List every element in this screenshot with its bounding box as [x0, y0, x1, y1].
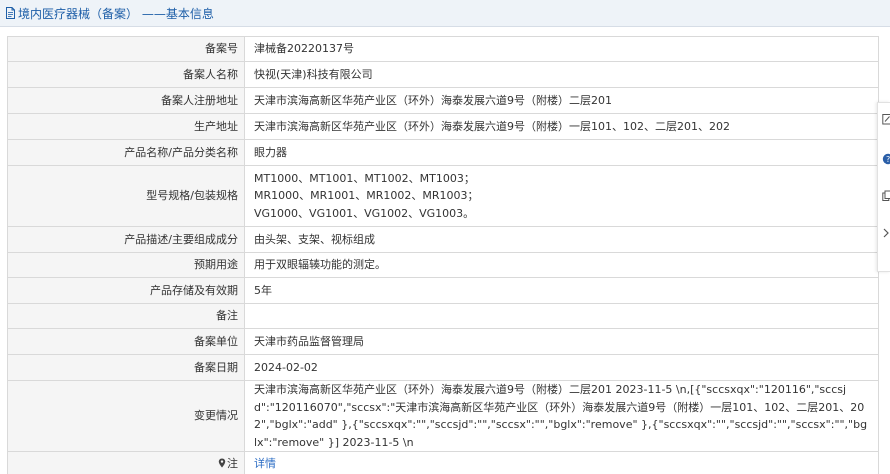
- help-icon: ?: [882, 153, 890, 165]
- detail-table: 备案号 津械备20220137号 备案人名称 快视(天津)科技有限公司 备案人注…: [7, 36, 879, 474]
- table-row: 产品描述/主要组成成分 由头架、支架、视标组成: [7, 226, 879, 253]
- document-icon: [6, 7, 15, 19]
- row-label-filing-date: 备案日期: [7, 354, 245, 381]
- row-value-product-description: 由头架、支架、视标组成: [244, 226, 879, 253]
- table-row: 生产地址 天津市滨海高新区华苑产业区（环外）海泰发展六道9号（附楼）一层101、…: [7, 113, 879, 140]
- table-row: 备案人名称 快视(天津)科技有限公司: [7, 61, 879, 88]
- row-label-production-address: 生产地址: [7, 113, 245, 140]
- row-label-product-name: 产品名称/产品分类名称: [7, 139, 245, 166]
- row-label-intended-use: 预期用途: [7, 252, 245, 278]
- side-copy-button[interactable]: [882, 189, 890, 203]
- row-value-storage-validity: 5年: [244, 277, 879, 304]
- row-value-intended-use: 用于双眼辐辏功能的测定。: [244, 252, 879, 278]
- row-label-change-history: 变更情况: [7, 380, 245, 452]
- table-row: 备案号 津械备20220137号: [7, 36, 879, 62]
- table-row: 备案日期 2024-02-02: [7, 354, 879, 381]
- row-label-model-spec: 型号规格/包装规格: [7, 165, 245, 227]
- row-value-note: 详情: [244, 451, 879, 474]
- copy-icon: [882, 190, 890, 201]
- table-row: 备案单位 天津市药品监督管理局: [7, 328, 879, 355]
- page-title: 境内医疗器械（备案） ——基本信息: [18, 6, 214, 21]
- edit-icon: [882, 114, 890, 125]
- model-spec-line: MR1000、MR1001、MR1002、MR1003；: [254, 189, 479, 203]
- side-collapse-button[interactable]: [882, 226, 890, 240]
- table-row: 产品存储及有效期 5年: [7, 277, 879, 304]
- page-header: 境内医疗器械（备案） ——基本信息: [0, 0, 890, 27]
- row-label-record-number: 备案号: [7, 36, 245, 62]
- table-row: 备案人注册地址 天津市滨海高新区华苑产业区（环外）海泰发展六道9号（附楼）二层2…: [7, 87, 879, 114]
- row-label-storage-validity: 产品存储及有效期: [7, 277, 245, 304]
- model-spec-line: VG1000、VG1001、VG1002、VG1003。: [254, 206, 475, 220]
- row-label-filing-authority: 备案单位: [7, 328, 245, 355]
- row-value-filer-name: 快视(天津)科技有限公司: [244, 61, 879, 88]
- row-value-production-address: 天津市滨海高新区华苑产业区（环外）海泰发展六道9号（附楼）一层101、102、二…: [244, 113, 879, 140]
- table-row: 产品名称/产品分类名称 眼力器: [7, 139, 879, 166]
- row-value-change-history: 天津市滨海高新区华苑产业区（环外）海泰发展六道9号（附楼）二层201 2023-…: [244, 380, 879, 452]
- side-help-button[interactable]: ?: [882, 152, 890, 166]
- table-row: 型号规格/包装规格 MT1000、MT1001、MT1002、MT1003； M…: [7, 165, 879, 227]
- collapse-chevron-icon: [883, 228, 889, 238]
- row-label-remarks: 备注: [7, 303, 245, 329]
- location-pin-icon: [218, 458, 226, 468]
- row-value-filing-authority: 天津市药品监督管理局: [244, 328, 879, 355]
- side-toolbar: ?: [877, 102, 890, 272]
- row-value-remarks: [244, 303, 879, 329]
- row-value-filing-date: 2024-02-02: [244, 354, 879, 381]
- side-edit-button[interactable]: [882, 112, 890, 126]
- row-label-filer-name: 备案人名称: [7, 61, 245, 88]
- row-value-product-name: 眼力器: [244, 139, 879, 166]
- row-value-filer-address: 天津市滨海高新区华苑产业区（环外）海泰发展六道9号（附楼）二层201: [244, 87, 879, 114]
- row-label-filer-address: 备案人注册地址: [7, 87, 245, 114]
- table-row: 变更情况 天津市滨海高新区华苑产业区（环外）海泰发展六道9号（附楼）二层201 …: [7, 380, 879, 452]
- details-link[interactable]: 详情: [254, 457, 276, 470]
- svg-text:?: ?: [886, 155, 890, 164]
- table-row: 预期用途 用于双眼辐辏功能的测定。: [7, 252, 879, 278]
- table-row: 备注: [7, 303, 879, 329]
- row-value-model-spec: MT1000、MT1001、MT1002、MT1003； MR1000、MR10…: [244, 165, 879, 227]
- table-row: 注 详情: [7, 451, 879, 474]
- model-spec-line: MT1000、MT1001、MT1002、MT1003；: [254, 171, 475, 185]
- note-label-text: 注: [227, 457, 238, 471]
- row-label-product-description: 产品描述/主要组成成分: [7, 226, 245, 253]
- row-label-note: 注: [7, 451, 245, 474]
- row-value-record-number: 津械备20220137号: [244, 36, 879, 62]
